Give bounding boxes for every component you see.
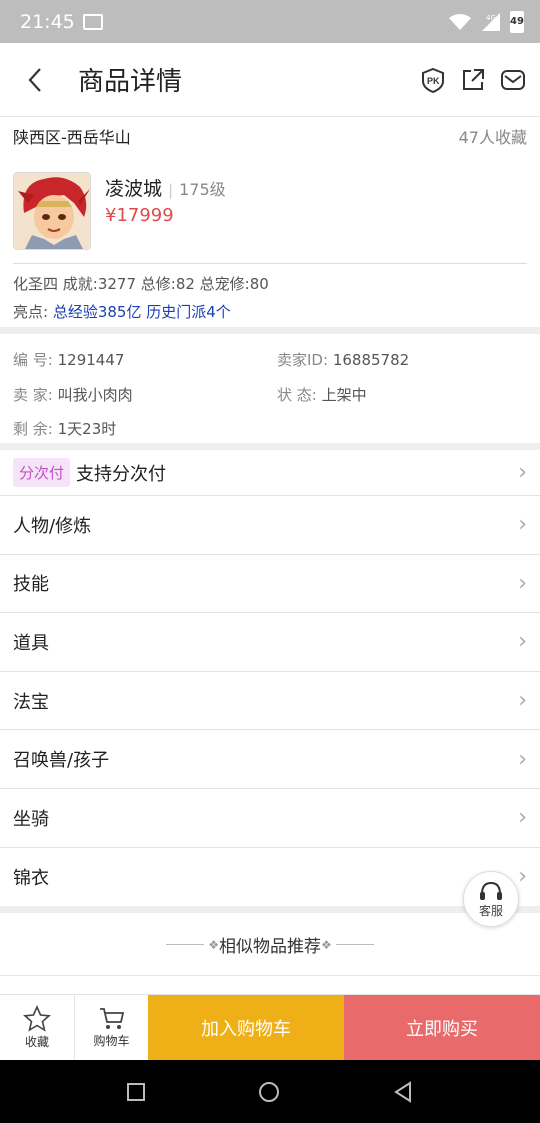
installment-badge: 分次付 — [13, 458, 71, 487]
header: 商品详情 PK — [0, 43, 540, 117]
section-divider — [0, 906, 540, 913]
header-actions: PK — [420, 67, 540, 93]
product-summary: 凌波城 | 175级 ¥17999 — [13, 172, 527, 264]
menu-item-treasures[interactable]: 法宝 › — [0, 672, 540, 731]
remaining-value: 1天23时 — [57, 420, 117, 438]
status-bar: 21:45 4G 49 — [0, 0, 540, 43]
similar-items-header: ❖ 相似物品推荐 ❖ — [0, 914, 540, 976]
add-to-cart-button[interactable]: 加入购物车 — [148, 995, 344, 1060]
menu-item-label: 人物/修炼 — [13, 515, 92, 537]
back-nav-icon[interactable] — [392, 1080, 414, 1103]
character-avatar — [13, 172, 91, 250]
menu-item-mounts[interactable]: 坐骑 › — [0, 789, 540, 848]
name-separator: | — [168, 181, 174, 199]
share-icon[interactable] — [460, 67, 486, 93]
divider-line — [166, 944, 205, 945]
menu-item-pets[interactable]: 召唤兽/孩子 › — [0, 730, 540, 789]
svg-text:4G: 4G — [486, 14, 496, 22]
product-price: ¥17999 — [105, 205, 174, 226]
remaining-row: 剩 余: 1天23时 — [13, 418, 116, 439]
product-name-line: 凌波城 | 175级 — [105, 174, 226, 201]
character-level: 175级 — [179, 180, 226, 199]
menu-item-label: 道具 — [13, 632, 49, 654]
detail-menu: 分次付 支持分次付 › 人物/修炼 › 技能 › 道具 › 法宝 › 召唤兽/孩… — [0, 450, 540, 906]
favorite-label: 收藏 — [24, 1035, 49, 1049]
status-right: 4G 49 — [448, 10, 524, 33]
system-navigation-bar — [0, 1060, 540, 1123]
favorite-button[interactable]: 收藏 — [0, 995, 74, 1060]
item-id-label: 编 号: — [13, 351, 53, 369]
item-id-row: 编 号: 1291447 — [13, 349, 124, 370]
image-notification-icon — [82, 13, 103, 30]
chevron-right-icon: › — [518, 460, 527, 485]
seller-value: 叫我小肉肉 — [57, 386, 133, 404]
highlight-row: 亮点: 总经验385亿 历史门派4个 — [13, 301, 231, 322]
chevron-right-icon: › — [518, 570, 527, 596]
status-value: 上架中 — [321, 386, 367, 404]
star-icon — [23, 1005, 51, 1032]
back-button[interactable] — [0, 43, 70, 117]
menu-item-label: 技能 — [13, 574, 49, 596]
recents-icon[interactable] — [126, 1082, 146, 1102]
menu-item-character[interactable]: 人物/修炼 › — [0, 496, 540, 555]
seller-label: 卖 家: — [13, 386, 53, 404]
diamond-icon: ❖ — [208, 937, 219, 952]
diamond-icon: ❖ — [321, 937, 332, 952]
cart-button[interactable]: 购物车 — [74, 995, 148, 1060]
chevron-right-icon: › — [518, 746, 527, 772]
remaining-label: 剩 余: — [13, 420, 53, 438]
similar-items-title: 相似物品推荐 — [219, 937, 321, 957]
region-row: 陕西区-西岳华山 47人收藏 — [0, 117, 540, 155]
section-divider — [0, 327, 540, 334]
highlight-label: 亮点: — [13, 303, 49, 321]
menu-item-installment[interactable]: 分次付 支持分次付 › — [0, 450, 540, 496]
chevron-right-icon: › — [518, 512, 527, 538]
signal-icon: 4G — [482, 12, 500, 31]
svg-text:PK: PK — [427, 76, 440, 86]
favorite-count: 47人收藏 — [458, 128, 527, 147]
home-icon[interactable] — [257, 1080, 281, 1104]
highlight-value: 总经验385亿 历史门派4个 — [52, 303, 231, 321]
menu-item-label: 支持分次付 — [76, 463, 167, 485]
menu-item-label: 锦衣 — [13, 867, 49, 889]
seller-id-value: 16885782 — [332, 351, 410, 369]
battery-icon: 49 — [510, 10, 524, 33]
bottom-action-bar: 收藏 购物车 加入购物车 立即购买 — [0, 994, 540, 1060]
menu-item-outfits[interactable]: 锦衣 › — [0, 848, 540, 907]
menu-item-items[interactable]: 道具 › — [0, 613, 540, 672]
headset-icon — [480, 881, 502, 900]
chevron-right-icon: › — [518, 629, 527, 655]
status-time: 21:45 — [20, 10, 75, 33]
chevron-right-icon: › — [518, 688, 527, 714]
section-divider — [0, 443, 540, 450]
chevron-left-icon — [28, 67, 41, 92]
status-row: 状 态: 上架中 — [277, 384, 367, 405]
status-label: 状 态: — [277, 386, 317, 404]
chevron-right-icon: › — [518, 864, 527, 890]
cart-label: 购物车 — [93, 1034, 130, 1048]
pk-compare-icon[interactable]: PK — [420, 67, 446, 93]
divider-line — [335, 944, 374, 945]
seller-id-row: 卖家ID: 16885782 — [277, 349, 409, 370]
server-region: 陕西区-西岳华山 — [13, 128, 131, 147]
buy-now-button[interactable]: 立即购买 — [344, 995, 540, 1060]
menu-item-skills[interactable]: 技能 › — [0, 555, 540, 614]
message-icon[interactable] — [500, 67, 526, 93]
seller-row: 卖 家: 叫我小肉肉 — [13, 384, 133, 405]
wifi-icon — [449, 13, 471, 30]
menu-item-label: 法宝 — [13, 691, 49, 713]
chevron-right-icon: › — [518, 805, 527, 831]
character-portrait-image — [14, 173, 90, 249]
character-school: 凌波城 — [105, 178, 163, 200]
menu-item-label: 坐骑 — [13, 808, 49, 830]
seller-id-label: 卖家ID: — [277, 351, 329, 369]
page-title: 商品详情 — [78, 67, 183, 97]
item-id-value: 1291447 — [57, 351, 125, 369]
menu-item-label: 召唤兽/孩子 — [13, 750, 110, 772]
shopping-cart-icon — [99, 1008, 124, 1029]
character-stats: 化圣四 成就:3277 总修:82 总宠修:80 — [13, 275, 269, 293]
